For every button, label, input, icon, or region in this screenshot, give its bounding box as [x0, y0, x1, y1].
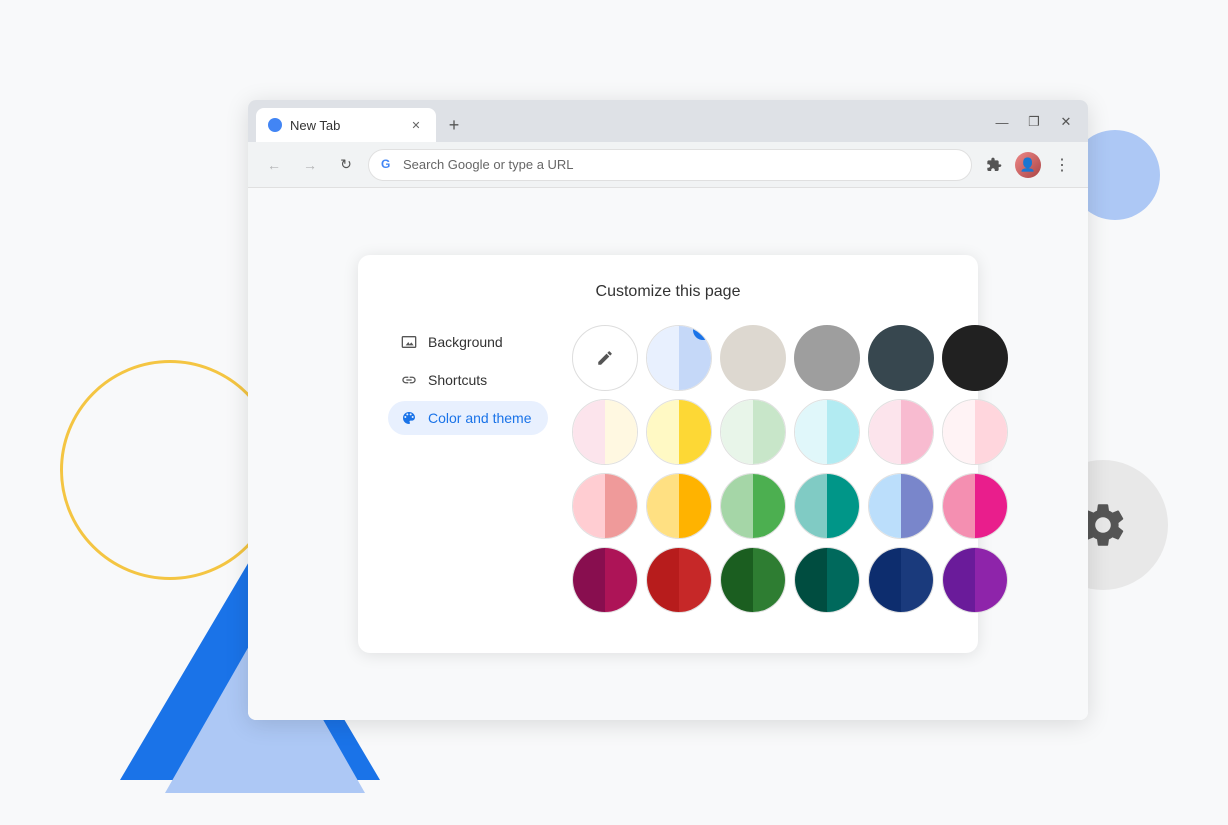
- color-forest-green[interactable]: [720, 547, 786, 613]
- extensions-button[interactable]: [980, 151, 1008, 179]
- page-content: Customize this page Background Shor: [248, 188, 1088, 720]
- shortcuts-label: Shortcuts: [428, 372, 487, 388]
- menu-button[interactable]: ⋮: [1048, 151, 1076, 179]
- panel-body: Background Shortcuts Color and theme: [388, 325, 948, 621]
- color-mint-light[interactable]: [720, 399, 786, 465]
- panel-nav: Background Shortcuts Color and theme: [388, 325, 548, 621]
- title-bar: New Tab ✕ + — ❐ ✕: [248, 100, 1088, 142]
- color-cyan-light[interactable]: [794, 399, 860, 465]
- color-grid-area: ✓: [572, 325, 1008, 621]
- color-teal[interactable]: [794, 473, 860, 539]
- nav-item-background[interactable]: Background: [388, 325, 548, 359]
- color-burgundy[interactable]: [572, 547, 638, 613]
- profile-avatar: 👤: [1015, 152, 1041, 178]
- window-controls: — ❐ ✕: [990, 110, 1078, 134]
- color-white-blue[interactable]: ✓: [646, 325, 712, 391]
- url-text: Search Google or type a URL: [403, 157, 959, 172]
- tab-close-button[interactable]: ✕: [408, 117, 424, 133]
- browser-window: New Tab ✕ + — ❐ ✕ ← → ↻ G Search Google …: [248, 100, 1088, 720]
- deco-circle-yellow: [60, 360, 280, 580]
- color-dark-teal[interactable]: [794, 547, 860, 613]
- color-black[interactable]: [942, 325, 1008, 391]
- color-green[interactable]: [720, 473, 786, 539]
- color-lavender-light[interactable]: [868, 399, 934, 465]
- shortcuts-icon: [400, 371, 418, 389]
- panel-title: Customize this page: [388, 283, 948, 301]
- color-medium-gray[interactable]: [794, 325, 860, 391]
- color-theme-label: Color and theme: [428, 410, 532, 426]
- nav-item-shortcuts[interactable]: Shortcuts: [388, 363, 548, 397]
- color-yellow[interactable]: [646, 399, 712, 465]
- browser-tab[interactable]: New Tab ✕: [256, 108, 436, 142]
- color-navy[interactable]: [868, 547, 934, 613]
- reload-button[interactable]: ↻: [332, 151, 360, 179]
- profile-button[interactable]: 👤: [1014, 151, 1042, 179]
- google-logo: G: [381, 157, 397, 173]
- maximize-button[interactable]: ❐: [1022, 110, 1046, 134]
- toolbar-icons: 👤 ⋮: [980, 151, 1076, 179]
- back-button[interactable]: ←: [260, 151, 288, 179]
- custom-color-button[interactable]: [572, 325, 638, 391]
- color-crimson[interactable]: [646, 547, 712, 613]
- color-row-2: [572, 399, 1008, 465]
- url-bar[interactable]: G Search Google or type a URL: [368, 149, 972, 181]
- background-icon: [400, 333, 418, 351]
- address-bar: ← → ↻ G Search Google or type a URL 👤 ⋮: [248, 142, 1088, 188]
- color-pink-light[interactable]: [942, 399, 1008, 465]
- new-tab-button[interactable]: +: [440, 111, 468, 139]
- color-theme-icon: [400, 409, 418, 427]
- close-button[interactable]: ✕: [1054, 110, 1078, 134]
- customize-panel: Customize this page Background Shor: [358, 255, 978, 653]
- forward-button[interactable]: →: [296, 151, 324, 179]
- color-row-4: [572, 547, 1008, 613]
- background-label: Background: [428, 334, 503, 350]
- minimize-button[interactable]: —: [990, 110, 1014, 134]
- tab-title: New Tab: [290, 118, 400, 133]
- color-row-3: [572, 473, 1008, 539]
- color-light-gray[interactable]: [720, 325, 786, 391]
- color-orange[interactable]: [646, 473, 712, 539]
- color-hot-pink[interactable]: [942, 473, 1008, 539]
- color-purple[interactable]: [942, 547, 1008, 613]
- color-peach-light[interactable]: [572, 399, 638, 465]
- color-peach[interactable]: [572, 473, 638, 539]
- tab-favicon: [268, 118, 282, 132]
- color-row-1: ✓: [572, 325, 1008, 391]
- color-periwinkle[interactable]: [868, 473, 934, 539]
- color-dark-slate[interactable]: [868, 325, 934, 391]
- nav-item-color-theme[interactable]: Color and theme: [388, 401, 548, 435]
